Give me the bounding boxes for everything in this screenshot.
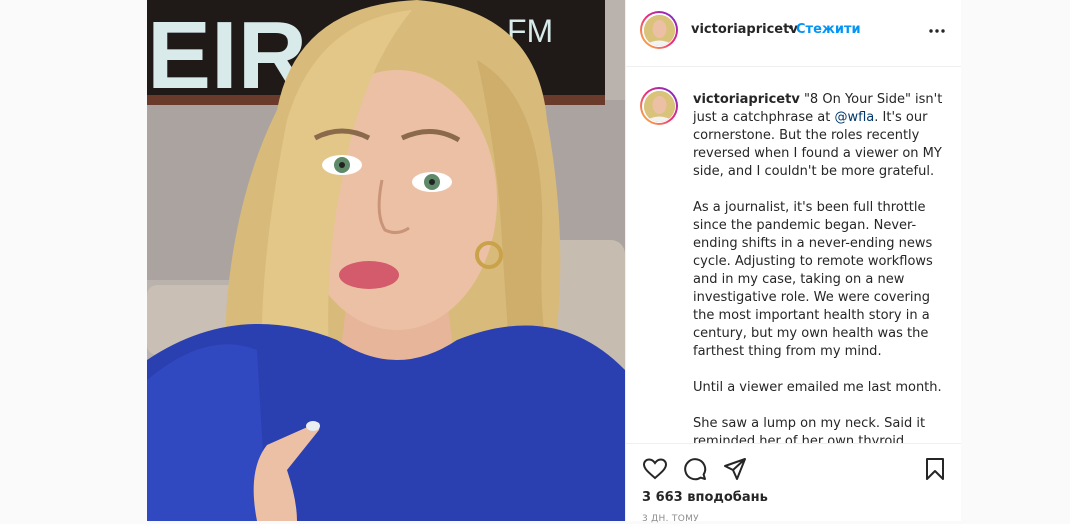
separator-dot: • <box>787 21 795 36</box>
post-caption: victoriapricetv "8 On Your Side" isn't j… <box>693 91 943 443</box>
caption-text-3: Until a viewer emailed me last month. <box>693 380 942 395</box>
comment-icon[interactable] <box>682 456 708 482</box>
avatar[interactable] <box>640 11 678 49</box>
post-timestamp[interactable]: 3 дн. тому <box>642 514 699 524</box>
comments-section[interactable]: victoriapricetv "8 On Your Side" isn't j… <box>626 67 961 443</box>
mention-link[interactable]: @wfla <box>834 110 874 125</box>
heart-icon[interactable] <box>642 456 668 482</box>
post-panel: victoriapricetv • Стежити victoriapricet… <box>625 0 961 524</box>
likes-count[interactable]: 3 663 вподобань <box>642 490 768 505</box>
caption-username[interactable]: victoriapricetv <box>693 92 800 107</box>
backdrop-right[interactable] <box>960 0 1070 521</box>
username-link[interactable]: victoriapricetv <box>691 22 798 37</box>
caption-text-4: She saw a lump on my neck. Said it remin… <box>693 416 926 443</box>
caption-avatar[interactable] <box>640 87 678 125</box>
follow-button[interactable]: Стежити <box>796 22 861 37</box>
post-header: victoriapricetv • Стежити <box>626 0 961 67</box>
more-horizontal-icon[interactable] <box>926 22 948 40</box>
share-icon[interactable] <box>722 456 748 482</box>
caption-text-2: As a journalist, it's been full throttle… <box>693 200 933 359</box>
selfie-image: EIRA FM <box>147 0 625 521</box>
action-bar: 3 663 вподобань 3 дн. тому <box>626 443 961 524</box>
bookmark-icon[interactable] <box>922 456 948 482</box>
post-photo[interactable]: EIRA FM <box>147 0 625 521</box>
backdrop-left[interactable] <box>0 0 147 521</box>
